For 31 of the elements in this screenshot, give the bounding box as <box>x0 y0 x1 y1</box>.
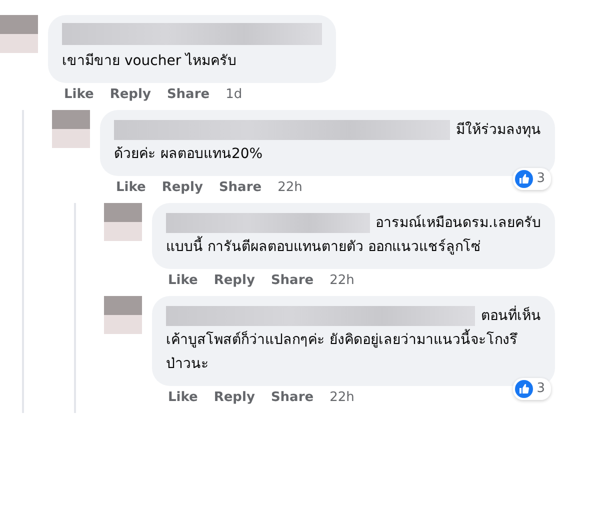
comment-time[interactable]: 22h <box>278 180 302 195</box>
comment-action-link[interactable]: Reply <box>214 273 255 288</box>
comment-action-link[interactable]: Share <box>270 273 314 288</box>
comment-action-link[interactable]: Reply <box>214 390 255 405</box>
comment-action-link[interactable]: Like <box>64 87 94 102</box>
comment-time[interactable]: 22h <box>330 390 354 405</box>
comment-action-link[interactable]: Like <box>168 273 198 288</box>
comment-text: ด้วยค่ะ ผลตอบแทน20% <box>114 145 263 164</box>
comment-text: เค้าบูสโพสต์ก็ว่าแปลกๆค่ะ ยังคิดอยู่เลยว่ามาแนวนี้จะโกงรึป่าวนะ <box>166 328 541 376</box>
reaction-count[interactable]: 3 <box>512 378 551 400</box>
comment-action-link[interactable]: Share <box>166 87 210 102</box>
comment-action-link[interactable]: Like <box>168 390 198 405</box>
comment-text: ตอนที่เห็น <box>481 304 541 328</box>
comment-text: อารมณ์เหมือนดรม.เลยครับ <box>376 214 541 233</box>
blurred-avatar <box>0 15 38 53</box>
blurred-avatar <box>104 296 142 334</box>
comment-time[interactable]: 1d <box>226 87 242 102</box>
comment-action-link[interactable]: Reply <box>162 180 203 195</box>
comment-action-link[interactable]: Share <box>218 180 262 195</box>
blurred-avatar <box>52 110 90 148</box>
comment-action-link[interactable]: Reply <box>110 87 151 102</box>
comment-text: แบบนี้ การันตีผลตอบแทนตายตัว ออกแนวแชร์ลูกโซ่ <box>166 235 481 259</box>
comment-action-link[interactable]: Like <box>116 180 146 195</box>
comment-time[interactable]: 22h <box>330 273 354 288</box>
thumbs-up-icon <box>514 380 533 398</box>
reaction-count[interactable]: 3 <box>512 168 551 190</box>
comment-text: มีให้ร่วมลงทุน <box>456 120 541 140</box>
comment-action-link[interactable]: Share <box>270 390 314 405</box>
comment-text: เขามีขาย voucher ไหมครับ <box>62 52 237 71</box>
blurred-avatar <box>104 203 142 241</box>
thumbs-up-icon <box>514 170 533 188</box>
